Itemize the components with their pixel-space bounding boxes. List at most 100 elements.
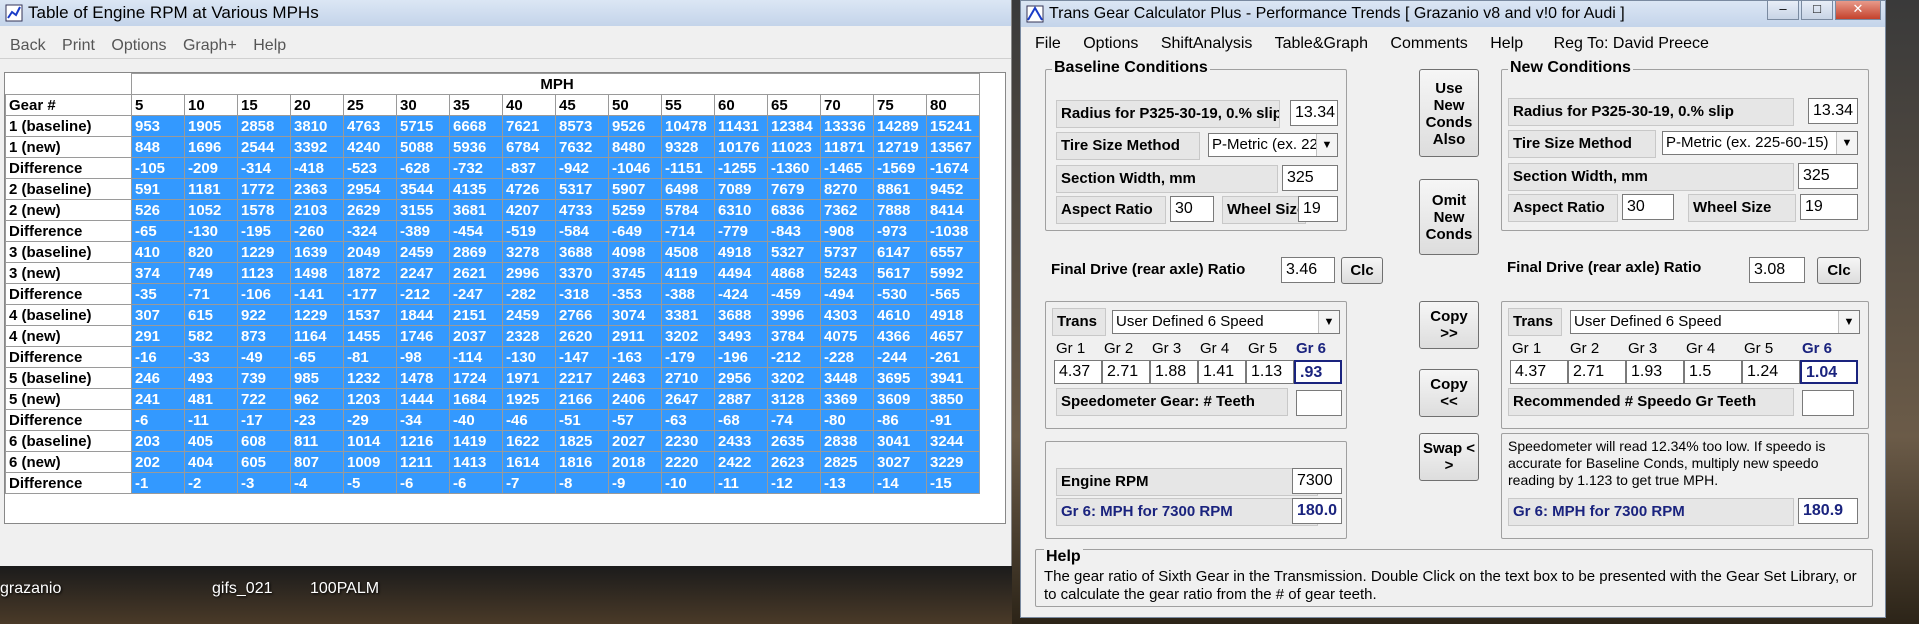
rpm-cell[interactable]: 2151 xyxy=(449,304,503,326)
rpm-cell[interactable]: -530 xyxy=(873,283,927,305)
rpm-cell[interactable]: 1052 xyxy=(184,199,238,221)
rpm-cell[interactable]: 608 xyxy=(237,430,291,452)
rpm-cell[interactable]: -261 xyxy=(926,346,980,368)
rpm-cell[interactable]: -5 xyxy=(343,472,397,494)
rpm-cell[interactable]: -318 xyxy=(555,283,609,305)
rpm-cell[interactable]: -519 xyxy=(502,220,556,242)
maximize-button[interactable]: □ xyxy=(1801,1,1833,20)
rpm-cell[interactable]: 241 xyxy=(131,388,185,410)
rpm-cell[interactable]: -314 xyxy=(237,157,291,179)
rpm-cell[interactable]: 2858 xyxy=(237,115,291,137)
rpm-cell[interactable]: 3155 xyxy=(396,199,450,221)
rpm-cell[interactable]: 1684 xyxy=(449,388,503,410)
rpm-cell[interactable]: -105 xyxy=(131,157,185,179)
rpm-cell[interactable]: 3850 xyxy=(926,388,980,410)
rpm-cell[interactable]: 3941 xyxy=(926,367,980,389)
rpm-cell[interactable]: -23 xyxy=(290,409,344,431)
rpm-cell[interactable]: -1151 xyxy=(661,157,715,179)
rpm-cell[interactable]: 9328 xyxy=(661,136,715,158)
rpm-cell[interactable]: 2049 xyxy=(343,241,397,263)
rpm-cell[interactable]: -1569 xyxy=(873,157,927,179)
rpm-cell[interactable]: 962 xyxy=(290,388,344,410)
rpm-cell[interactable]: 3370 xyxy=(555,262,609,284)
rpm-cell[interactable]: 203 xyxy=(131,430,185,452)
rpm-cell[interactable]: -196 xyxy=(714,346,768,368)
rpm-cell[interactable]: -459 xyxy=(767,283,821,305)
rpm-cell[interactable]: 405 xyxy=(184,430,238,452)
rpm-cell[interactable]: 5327 xyxy=(767,241,821,263)
desktop-icon-label[interactable]: 100PALM xyxy=(310,580,379,598)
rpm-cell[interactable]: 811 xyxy=(290,430,344,452)
rpm-cell[interactable]: 14289 xyxy=(873,115,927,137)
rpm-cell[interactable]: 9452 xyxy=(926,178,980,200)
rpm-cell[interactable]: 4610 xyxy=(873,304,927,326)
rpm-cell[interactable]: -81 xyxy=(343,346,397,368)
rpm-cell[interactable]: 820 xyxy=(184,241,238,263)
rpm-cell[interactable]: -908 xyxy=(820,220,874,242)
rpm-cell[interactable]: 5936 xyxy=(449,136,503,158)
rpm-cell[interactable]: 2954 xyxy=(343,178,397,200)
rpm-cell[interactable]: 1123 xyxy=(237,262,291,284)
baseline-section-width-field[interactable]: 325 xyxy=(1282,165,1338,191)
rpm-cell[interactable]: 2710 xyxy=(661,367,715,389)
rpm-cell[interactable]: 2103 xyxy=(290,199,344,221)
rpm-cell[interactable]: 202 xyxy=(131,451,185,473)
rpm-cell[interactable]: 5317 xyxy=(555,178,609,200)
rpm-cell[interactable]: 1229 xyxy=(290,304,344,326)
new-radius-field[interactable]: 13.34 xyxy=(1808,98,1858,124)
new-wheel-field[interactable]: 19 xyxy=(1800,194,1858,220)
rpm-cell[interactable]: 8414 xyxy=(926,199,980,221)
baseline-speedo-field[interactable] xyxy=(1296,390,1342,416)
rpm-cell[interactable]: 1872 xyxy=(343,262,397,284)
rpm-cell[interactable]: 1746 xyxy=(396,325,450,347)
rpm-cell[interactable]: -12 xyxy=(767,472,821,494)
rpm-cell[interactable]: -7 xyxy=(502,472,556,494)
rpm-cell[interactable]: -51 xyxy=(555,409,609,431)
rpm-cell[interactable]: 7632 xyxy=(555,136,609,158)
rpm-cell[interactable]: 8861 xyxy=(873,178,927,200)
rpm-cell[interactable]: 3996 xyxy=(767,304,821,326)
rpm-cell[interactable]: -11 xyxy=(184,409,238,431)
baseline-aspect-field[interactable]: 30 xyxy=(1170,196,1214,222)
rpm-cell[interactable]: -114 xyxy=(449,346,503,368)
rpm-cell[interactable]: 4303 xyxy=(820,304,874,326)
rpm-cell[interactable]: 3784 xyxy=(767,325,821,347)
baseline-wheel-field[interactable]: 19 xyxy=(1298,196,1338,222)
rpm-cell[interactable]: 1014 xyxy=(343,430,397,452)
rpm-cell[interactable]: 2825 xyxy=(820,451,874,473)
rpm-cell[interactable]: 582 xyxy=(184,325,238,347)
rpm-cell[interactable]: 3493 xyxy=(714,325,768,347)
rpm-cell[interactable]: 1816 xyxy=(555,451,609,473)
rpm-cell[interactable]: -130 xyxy=(184,220,238,242)
rpm-cell[interactable]: 4207 xyxy=(502,199,556,221)
rpm-cell[interactable]: 6310 xyxy=(714,199,768,221)
new-gear-ratio-field[interactable]: 1.04 xyxy=(1800,360,1858,384)
rpm-cell[interactable]: -1674 xyxy=(926,157,980,179)
rpm-cell[interactable]: 722 xyxy=(237,388,291,410)
rpm-cell[interactable]: 5784 xyxy=(661,199,715,221)
rpm-cell[interactable]: 5715 xyxy=(396,115,450,137)
rpm-cell[interactable]: -244 xyxy=(873,346,927,368)
rpm-cell[interactable]: -15 xyxy=(926,472,980,494)
rpm-cell[interactable]: 307 xyxy=(131,304,185,326)
rpm-cell[interactable]: 374 xyxy=(131,262,185,284)
rpm-cell[interactable]: 3074 xyxy=(608,304,662,326)
rpm-cell[interactable]: 2623 xyxy=(767,451,821,473)
rpm-cell[interactable]: 1164 xyxy=(290,325,344,347)
rpm-cell[interactable]: 2363 xyxy=(290,178,344,200)
rpm-cell[interactable]: 2406 xyxy=(608,388,662,410)
rpm-cell[interactable]: 7621 xyxy=(502,115,556,137)
rpm-cell[interactable]: 2166 xyxy=(555,388,609,410)
rpm-cell[interactable]: 2911 xyxy=(608,325,662,347)
baseline-gear-ratio-field[interactable]: 1.13 xyxy=(1246,360,1294,384)
rpm-cell[interactable]: -86 xyxy=(873,409,927,431)
rpm-cell[interactable]: 3695 xyxy=(873,367,927,389)
rpm-cell[interactable]: 8270 xyxy=(820,178,874,200)
rpm-cell[interactable]: 2459 xyxy=(396,241,450,263)
menu-back[interactable]: Back xyxy=(10,37,46,54)
rpm-cell[interactable]: 922 xyxy=(237,304,291,326)
new-section-width-field[interactable]: 325 xyxy=(1798,163,1858,189)
rpm-cell[interactable]: 1211 xyxy=(396,451,450,473)
rpm-cell[interactable]: 2544 xyxy=(237,136,291,158)
rpm-cell[interactable]: 807 xyxy=(290,451,344,473)
